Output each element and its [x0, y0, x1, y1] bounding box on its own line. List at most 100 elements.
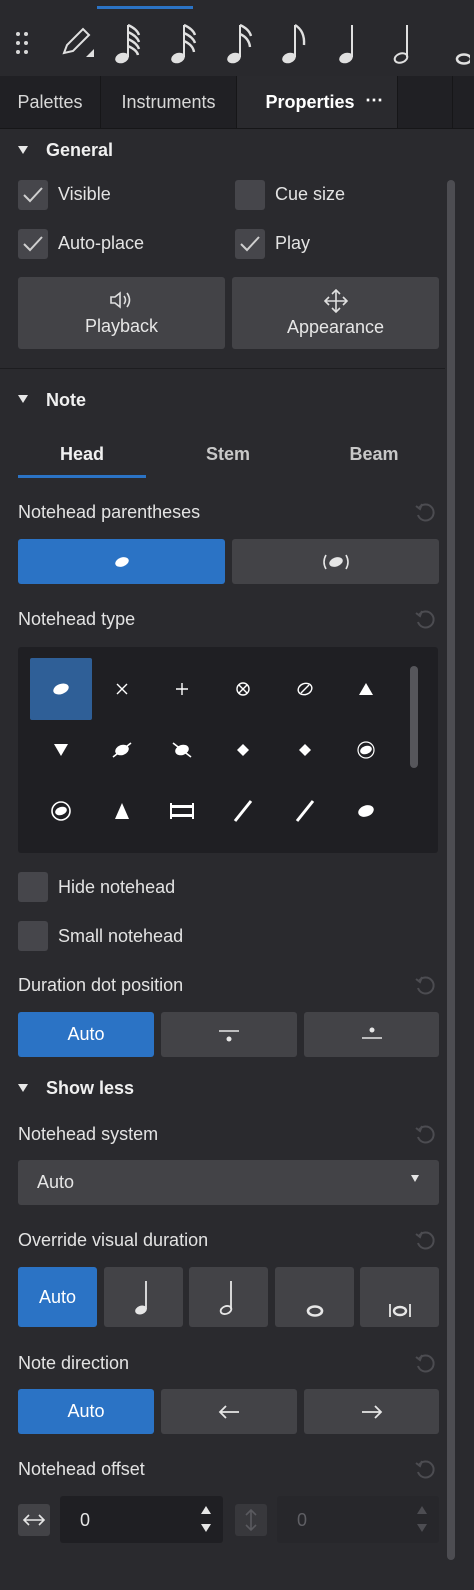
notehead-slash-cell[interactable] — [212, 780, 274, 842]
appearance-button[interactable]: Appearance — [232, 277, 439, 349]
section-title-note: Note — [46, 390, 86, 410]
subtab-stem[interactable]: Stem — [164, 444, 292, 465]
collapse-triangle-icon[interactable] — [18, 395, 28, 403]
notehead-circled-x-cell[interactable] — [212, 658, 274, 720]
override-breve-button[interactable] — [360, 1267, 439, 1327]
auto-place-checkbox[interactable] — [18, 229, 48, 259]
pencil-icon[interactable] — [56, 18, 96, 68]
note-32nd-icon[interactable] — [164, 18, 204, 68]
notehead-slashed-backward-cell[interactable] — [151, 719, 213, 781]
playback-button[interactable]: Playback — [18, 277, 225, 349]
parentheses-off-button[interactable] — [18, 539, 225, 584]
tab-label: Palettes — [17, 91, 83, 112]
subtab-head[interactable]: Head — [18, 444, 146, 465]
notehead-system-dropdown[interactable]: Auto — [18, 1160, 439, 1205]
note-breve-icon — [388, 1304, 411, 1317]
override-auto-button[interactable]: Auto — [18, 1267, 97, 1327]
visible-checkbox[interactable] — [18, 180, 48, 210]
dot-above-button[interactable] — [304, 1012, 439, 1057]
subtab-active-indicator — [18, 475, 146, 478]
small-notehead-label: Small notehead — [58, 926, 184, 946]
override-whole-button[interactable] — [275, 1267, 354, 1327]
tab-label: Instruments — [121, 91, 216, 112]
note-half-icon[interactable] — [385, 18, 425, 68]
check-icon — [23, 187, 43, 203]
notehead-large-arrow-up-cell[interactable] — [91, 780, 153, 842]
tab-properties[interactable]: Properties ⋯ — [237, 76, 398, 128]
horizontal-offset-value: 0 — [80, 1510, 91, 1530]
drag-handle-icon[interactable] — [2, 18, 42, 68]
play-checkbox[interactable] — [235, 229, 265, 259]
arrow-right-icon — [361, 1404, 382, 1419]
notehead-slashed-forward-cell[interactable] — [91, 719, 153, 781]
notehead-cross-cell[interactable] — [91, 658, 153, 720]
subtab-beam[interactable]: Beam — [310, 444, 438, 465]
appearance-label: Appearance — [286, 316, 385, 337]
notehead-large-cell[interactable] — [335, 780, 397, 842]
override-half-button[interactable] — [189, 1267, 268, 1327]
note-eighth-icon[interactable] — [275, 18, 315, 68]
horizontal-offset-input[interactable]: 0 — [60, 1496, 223, 1543]
note-whole-icon[interactable] — [446, 18, 474, 68]
direction-right-button[interactable] — [304, 1389, 439, 1434]
collapse-triangle-icon[interactable] — [18, 1084, 28, 1092]
stepper-down-icon[interactable] — [201, 1524, 211, 1532]
notehead-slashed-circle-cell[interactable] — [274, 658, 336, 720]
reset-icon[interactable] — [414, 1124, 436, 1146]
panel-scrollbar[interactable] — [447, 180, 455, 1560]
playback-label: Playback — [84, 315, 159, 336]
duration-dot-label: Duration dot position — [18, 975, 184, 995]
dot-below-button[interactable] — [161, 1012, 297, 1057]
direction-left-button[interactable] — [161, 1389, 297, 1434]
show-less-toggle[interactable]: Show less — [46, 1078, 134, 1099]
notehead-brevis-alt-cell[interactable] — [151, 780, 213, 842]
dot-auto-button[interactable]: Auto — [18, 1012, 154, 1057]
notehead-diamond-old-cell[interactable] — [274, 719, 336, 781]
reset-icon[interactable] — [414, 502, 436, 524]
hide-notehead-label: Hide notehead — [58, 877, 176, 897]
visible-label: Visible — [58, 184, 111, 204]
notehead-triangle-down-cell[interactable] — [30, 719, 92, 781]
direction-auto-label: Auto — [67, 1401, 105, 1421]
notehead-circled-large-cell[interactable] — [30, 780, 92, 842]
note-whole-icon — [306, 1305, 323, 1317]
check-icon — [23, 236, 43, 252]
notehead-normal-cell[interactable] — [30, 658, 92, 720]
tab-instruments[interactable]: Instruments — [101, 76, 237, 128]
section-divider — [0, 368, 445, 369]
hide-notehead-checkbox[interactable] — [18, 872, 48, 902]
vertical-offset-icon — [235, 1504, 267, 1536]
tab-empty[interactable] — [398, 76, 453, 128]
stepper-up-icon[interactable] — [417, 1506, 427, 1514]
note-quarter-icon[interactable] — [330, 18, 370, 68]
reset-icon[interactable] — [414, 1459, 436, 1481]
collapse-triangle-icon[interactable] — [18, 146, 28, 154]
parentheses-on-button[interactable] — [232, 539, 439, 584]
stepper-down-icon[interactable] — [417, 1524, 427, 1532]
grid-scrollbar[interactable] — [410, 666, 418, 768]
reset-icon[interactable] — [414, 609, 436, 631]
notehead-plus-cell[interactable] — [151, 658, 213, 720]
reset-icon[interactable] — [414, 975, 436, 997]
notehead-slash-alt-cell[interactable] — [274, 780, 336, 842]
small-notehead-checkbox[interactable] — [18, 921, 48, 951]
note-16th-icon[interactable] — [220, 18, 260, 68]
note-64th-icon[interactable] — [108, 18, 148, 68]
notehead-parentheses-label: Notehead parentheses — [18, 502, 201, 522]
more-options-icon[interactable]: ⋯ — [365, 90, 385, 111]
notehead-circled-cell[interactable] — [335, 719, 397, 781]
section-title-general: General — [46, 140, 114, 158]
tab-palettes[interactable]: Palettes — [0, 76, 101, 128]
vertical-offset-input[interactable]: 0 — [277, 1496, 439, 1543]
reset-icon[interactable] — [414, 1353, 436, 1375]
direction-auto-button[interactable]: Auto — [18, 1389, 154, 1434]
move-arrows-icon — [323, 288, 348, 313]
note-direction-label: Note direction — [18, 1353, 130, 1373]
stepper-up-icon[interactable] — [201, 1506, 211, 1514]
override-quarter-button[interactable] — [104, 1267, 183, 1327]
cue-size-checkbox[interactable] — [235, 180, 265, 210]
horizontal-offset-icon — [18, 1504, 50, 1536]
reset-icon[interactable] — [414, 1230, 436, 1252]
notehead-triangle-up-cell[interactable] — [335, 658, 397, 720]
notehead-diamond-cell[interactable] — [212, 719, 274, 781]
